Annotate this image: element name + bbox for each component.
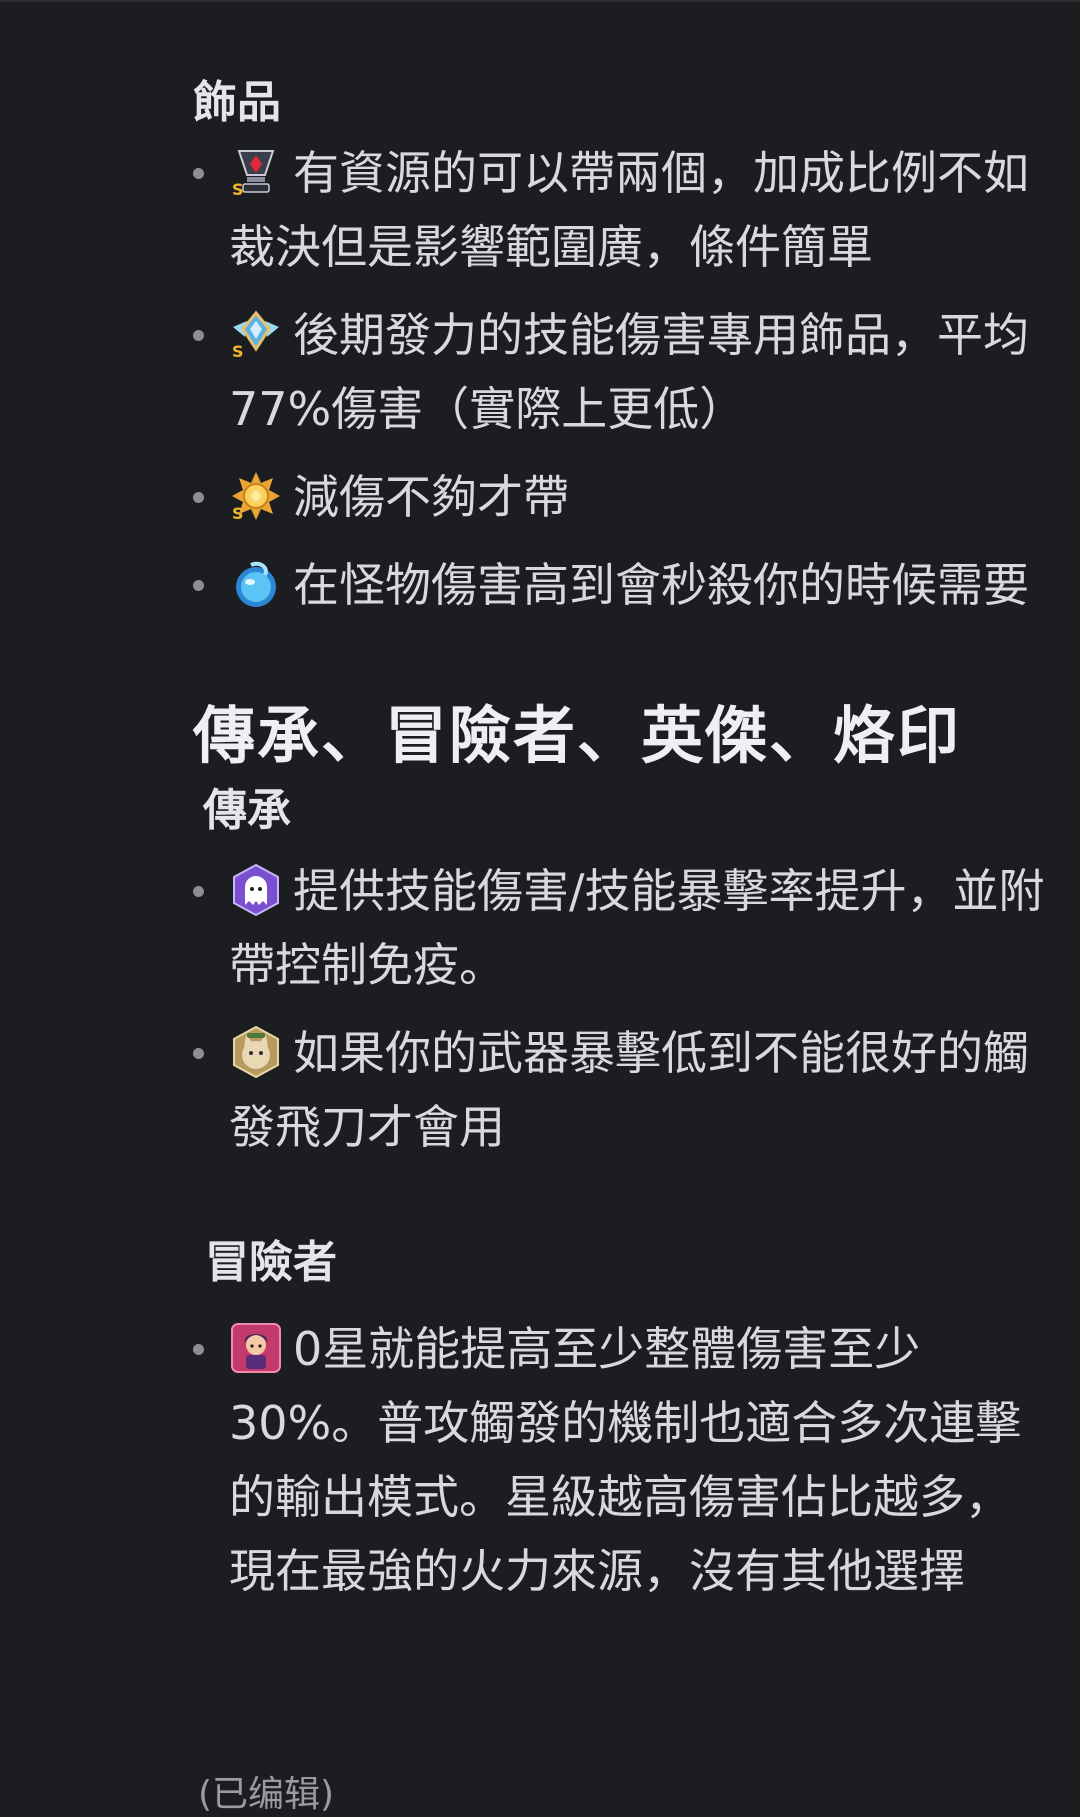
winged-crystal-emblem-s-icon: S	[229, 307, 283, 361]
ghost-hexagon-icon	[229, 863, 283, 917]
blue-spirit-orb-icon	[229, 557, 283, 611]
list-item: 在怪物傷害高到會秒殺你的時候需要	[193, 548, 1053, 622]
section-heading-adventurer: 冒險者	[205, 1237, 337, 1288]
list-item: 如果你的武器暴擊低到不能很好的觸發飛刀才會用	[193, 1016, 1053, 1164]
edited-label: (已编辑)	[198, 1774, 335, 1815]
cat-hexagon-icon	[229, 1025, 283, 1079]
svg-text:S: S	[232, 180, 244, 199]
list-item: S 減傷不夠才帶	[193, 460, 1053, 534]
legacy-list: 提供技能傷害/技能暴擊率提升，並附帶控制免疫。 如果你的武器暴擊低到不能很好的觸…	[193, 854, 1053, 1164]
list-item: S 有資源的可以帶兩個，加成比例不如裁決但是影響範圍廣，條件簡單	[193, 136, 1053, 284]
red-gem-trophy-s-icon: S	[229, 145, 283, 199]
section-heading-accessories: 飾品	[193, 77, 281, 128]
accessories-list: S 有資源的可以帶兩個，加成比例不如裁決但是影響範圍廣，條件簡單 S 後期發力的…	[193, 136, 1053, 622]
adventurer-list: 0星就能提高至少整體傷害至少30%。普攻觸發的機制也適合多次連擊的輸出模式。星級…	[193, 1312, 1053, 1608]
post-content: 飾品 S 有資源的可以帶兩個，加成比例不如裁決但是影響範圍廣，條件簡單 S 後期…	[193, 70, 1053, 1608]
golden-sun-badge-s-icon: S	[229, 469, 283, 523]
svg-text:S: S	[232, 342, 244, 361]
section-heading-legacy: 傳承	[203, 785, 291, 836]
svg-text:S: S	[232, 504, 244, 523]
list-item: S 後期發力的技能傷害專用飾品，平均77%傷害（實際上更低）	[193, 298, 1053, 446]
list-item: 0星就能提高至少整體傷害至少30%。普攻觸發的機制也適合多次連擊的輸出模式。星級…	[193, 1312, 1053, 1608]
list-item: 提供技能傷害/技能暴擊率提升，並附帶控制免疫。	[193, 854, 1053, 1002]
section-heading-main: 傳承、冒險者、英傑、烙印	[193, 699, 962, 772]
top-divider	[0, 0, 1080, 2]
adventurer-portrait-icon	[229, 1321, 283, 1375]
